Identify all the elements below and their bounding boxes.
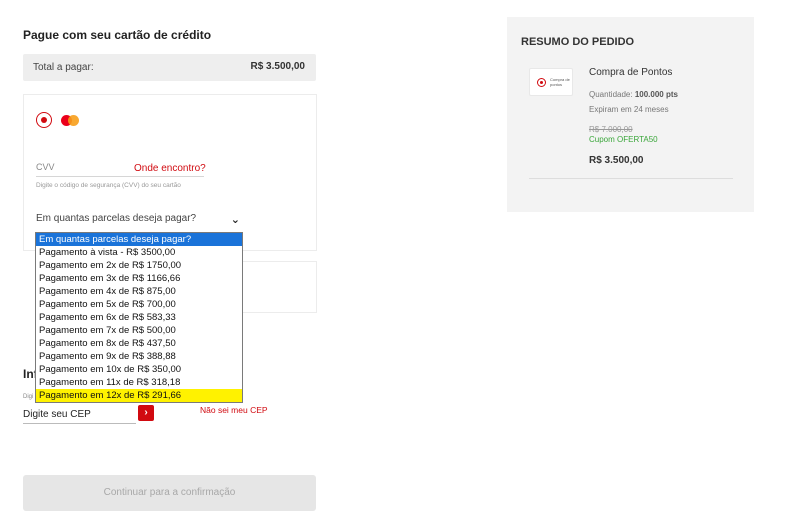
points-expiration: Expiram em 24 meses: [589, 105, 669, 114]
cep-submit-button[interactable]: ›: [138, 405, 154, 421]
order-summary: RESUMO DO PEDIDO Compra de pontos Compra…: [507, 17, 754, 212]
dont-know-cep-link[interactable]: Não sei meu CEP: [200, 405, 268, 415]
installment-option[interactable]: Pagamento em 4x de R$ 875,00: [36, 285, 242, 298]
summary-divider: [529, 178, 733, 179]
credit-card-form: CVV Onde encontro? Digite o código de se…: [23, 94, 317, 251]
final-price: R$ 3.500,00: [589, 155, 644, 166]
coupon-label: Cupom OFERTA50: [589, 135, 658, 144]
order-summary-title: RESUMO DO PEDIDO: [521, 36, 635, 48]
installments-select[interactable]: Em quantas parcelas deseja pagar? ⌄: [36, 213, 240, 229]
total-bar: Total a pagar: R$ 3.500,00: [23, 54, 316, 81]
installment-option[interactable]: Pagamento em 3x de R$ 1166,66: [36, 272, 242, 285]
quantity-label: Quantidade:: [589, 90, 633, 99]
quantity-value: 100.000 pts: [634, 90, 678, 99]
product-quantity: Quantidade: 100.000 pts: [589, 90, 678, 99]
mastercard-icon: [61, 115, 81, 127]
payment-title: Pague com seu cartão de crédito: [23, 28, 212, 42]
cep-micro-label: Digi: [23, 394, 34, 400]
installment-option[interactable]: Pagamento em 7x de R$ 500,00: [36, 324, 242, 337]
installment-option[interactable]: Em quantas parcelas deseja pagar?: [36, 233, 242, 246]
product-name: Compra de Pontos: [589, 67, 673, 78]
continue-button[interactable]: Continuar para a confirmação: [23, 475, 316, 511]
cep-input[interactable]: Digite seu CEP: [23, 408, 136, 424]
installment-option[interactable]: Pagamento em 8x de R$ 437,50: [36, 337, 242, 350]
chevron-down-icon: ⌄: [230, 214, 240, 226]
installment-option[interactable]: Pagamento em 6x de R$ 583,33: [36, 311, 242, 324]
total-label: Total a pagar:: [33, 62, 94, 73]
installment-option[interactable]: Pagamento à vista - R$ 3500,00: [36, 246, 242, 259]
installment-option[interactable]: Pagamento em 12x de R$ 291,66: [36, 389, 242, 402]
cvv-field-underline: [36, 176, 204, 177]
where-to-find-cvv-link[interactable]: Onde encontro?: [134, 163, 206, 174]
installment-option[interactable]: Pagamento em 9x de R$ 388,88: [36, 350, 242, 363]
installment-option[interactable]: Pagamento em 11x de R$ 318,18: [36, 376, 242, 389]
installments-dropdown-list[interactable]: Em quantas parcelas deseja pagar? Pagamen…: [35, 232, 243, 403]
cvv-field[interactable]: CVV: [36, 162, 55, 172]
installments-select-label: Em quantas parcelas deseja pagar?: [36, 213, 197, 224]
card-radio-button[interactable]: [36, 112, 52, 128]
cvv-hint: Digite o código de segurança (CVV) do se…: [36, 182, 181, 189]
total-value: R$ 3.500,00: [250, 61, 306, 72]
original-price: R$ 7.000,00: [589, 125, 633, 134]
product-thumbnail: Compra de pontos: [529, 68, 573, 96]
installment-option[interactable]: Pagamento em 5x de R$ 700,00: [36, 298, 242, 311]
brand-logo-icon: [537, 78, 546, 87]
installment-option[interactable]: Pagamento em 2x de R$ 1750,00: [36, 259, 242, 272]
thumbnail-text: Compra de pontos: [550, 77, 570, 87]
installment-option[interactable]: Pagamento em 10x de R$ 350,00: [36, 363, 242, 376]
